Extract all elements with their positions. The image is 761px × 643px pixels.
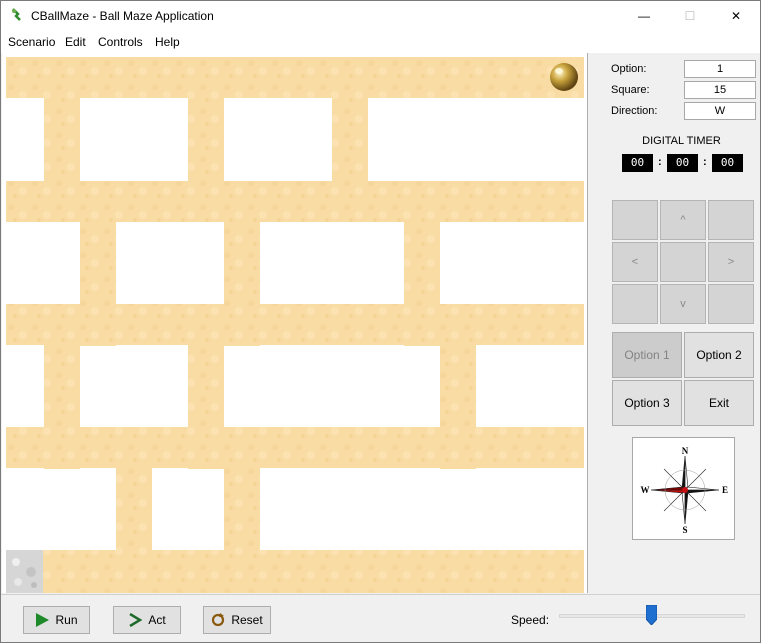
minimize-button[interactable]: — [621,1,667,31]
maximize-button[interactable]: ☐ [667,1,713,31]
reset-button[interactable]: Reset [203,606,271,634]
menu-edit[interactable]: Edit [65,35,86,49]
act-label: Act [148,613,166,627]
dpad-right-button[interactable]: > [708,242,754,282]
control-panel: Option: 1 Square: 15 Direction: W DIGITA… [604,53,759,593]
speed-label: Speed: [511,613,550,627]
compass-west: W [641,485,650,495]
option-2-button[interactable]: Option 2 [684,332,754,378]
timer-hours: 00 [622,154,653,172]
goal-square-icon [6,550,43,593]
play-triangle-icon [36,613,50,627]
direction-field: W [684,102,756,120]
maze-pane [2,53,588,593]
compass-rose: N S E W [632,437,735,540]
option-field: 1 [684,60,756,78]
direction-label: Direction: [611,105,658,117]
ball-maze-icon [12,8,21,21]
bottom-toolbar: Run Act Reset Speed: [1,594,760,642]
menu-bar: Scenario Edit Controls Help [1,31,760,53]
act-button[interactable]: Act [113,606,181,634]
dpad-blank-top-right [708,200,754,240]
timer-minutes: 00 [667,154,698,172]
arrow-right-icon [129,613,143,627]
square-field: 15 [684,81,756,99]
option-3-button[interactable]: Option 3 [612,380,682,426]
close-button[interactable]: ✕ [713,1,759,31]
compass-south: S [682,525,687,535]
menu-scenario[interactable]: Scenario [8,35,55,49]
dpad-down-button[interactable]: v [660,284,706,324]
timer-colon: : [703,156,707,168]
maze-board[interactable] [6,57,584,593]
compass-icon: N S E W [641,446,729,535]
dpad-blank-bottom-left [612,284,658,324]
reset-label: Reset [231,613,263,627]
dpad-left-button[interactable]: < [612,242,658,282]
app-window: CBallMaze - Ball Maze Application — ☐ ✕ … [0,0,761,643]
window-title: CBallMaze - Ball Maze Application [31,9,214,23]
dpad-up-button[interactable]: ^ [660,200,706,240]
dpad-blank-bottom-right [708,284,754,324]
dpad-center [660,242,706,282]
title-bar: CBallMaze - Ball Maze Application — ☐ ✕ [1,1,760,31]
square-label: Square: [611,84,650,96]
gold-ball-icon [550,63,578,91]
compass-north: N [682,446,689,456]
menu-controls[interactable]: Controls [98,35,143,49]
speed-slider-thumb[interactable] [646,605,657,625]
dpad-blank-top-left [612,200,658,240]
run-button[interactable]: Run [23,606,90,634]
timer-seconds: 00 [712,154,743,172]
reset-icon [212,613,225,627]
run-label: Run [55,613,78,627]
timer-colon: : [658,156,662,168]
timer-title: DIGITAL TIMER [642,135,721,147]
option-label: Option: [611,63,647,75]
compass-east: E [722,485,728,495]
menu-help[interactable]: Help [155,35,180,49]
exit-button[interactable]: Exit [684,380,754,426]
option-1-button[interactable]: Option 1 [612,332,682,378]
maze-paths [6,57,584,593]
